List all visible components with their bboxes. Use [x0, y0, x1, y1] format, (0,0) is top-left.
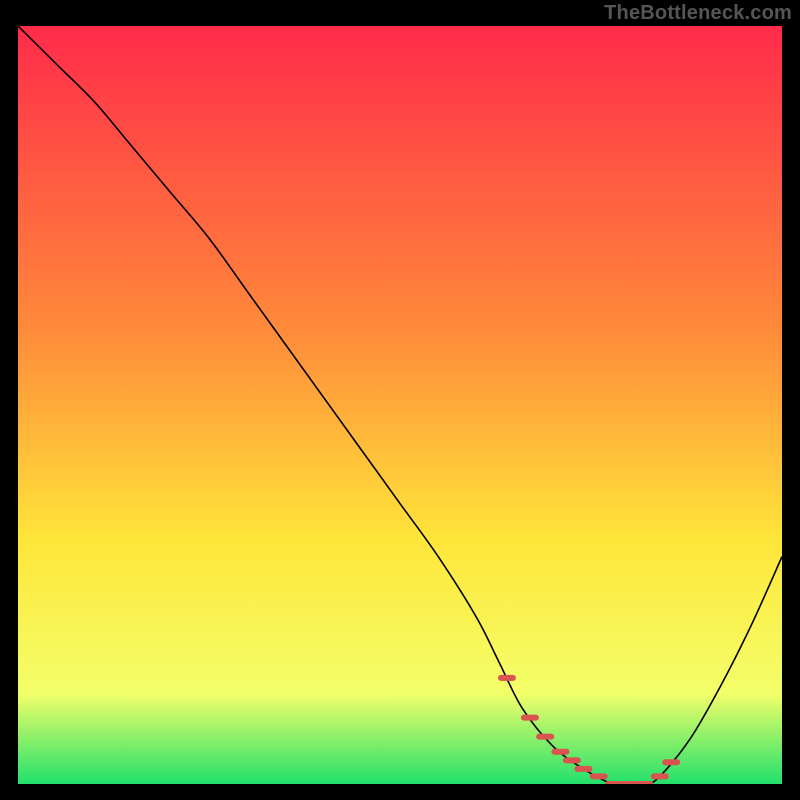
chart-frame: TheBottleneck.com	[0, 0, 800, 800]
watermark-text: TheBottleneck.com	[604, 2, 792, 25]
bottleneck-chart	[18, 26, 782, 784]
gradient-background	[18, 26, 782, 784]
